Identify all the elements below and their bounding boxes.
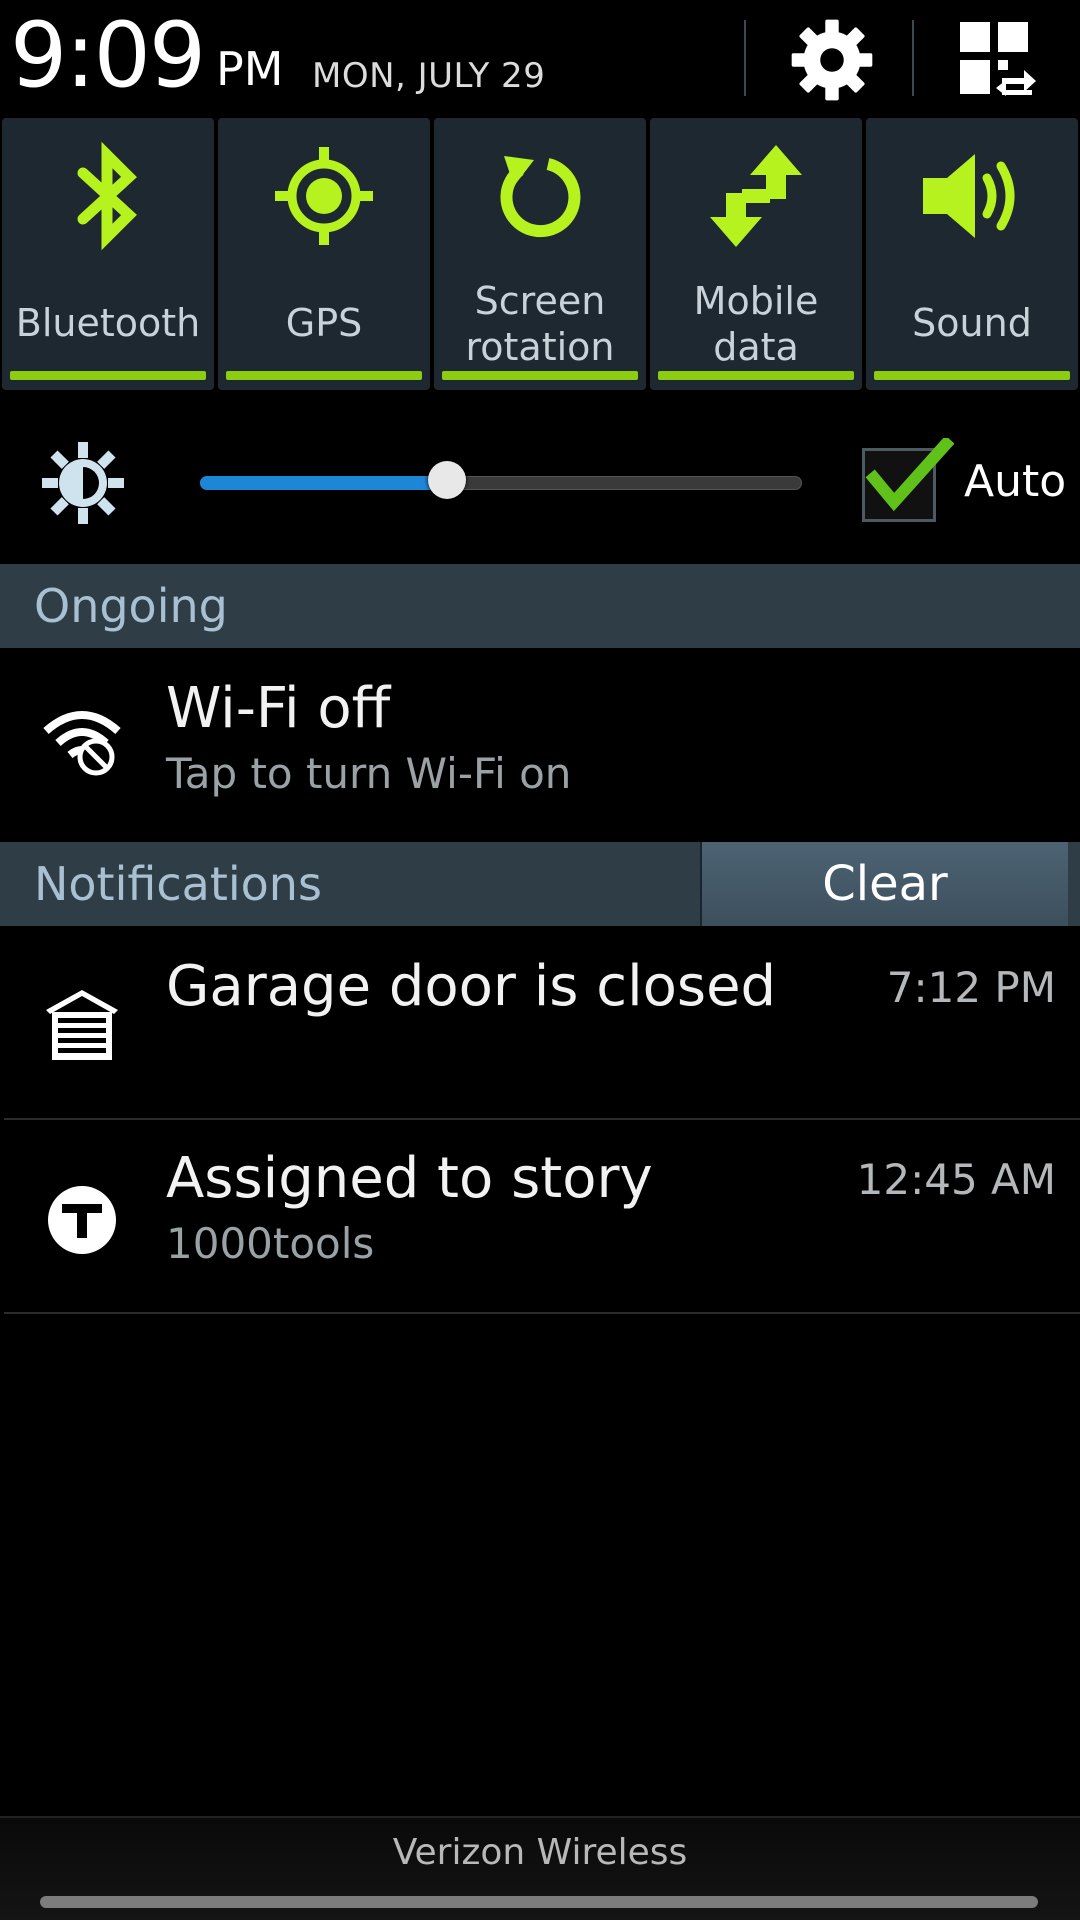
slider-thumb[interactable]: [428, 461, 466, 499]
toggle-label: Bluetooth: [15, 301, 201, 345]
rotation-icon: [500, 156, 581, 238]
toggle-screen-rotation[interactable]: Screen rotation: [434, 118, 646, 390]
gps-icon: [275, 147, 373, 245]
auto-brightness-checkbox[interactable]: [860, 438, 954, 522]
brightness-icon: [40, 440, 126, 526]
toggle-label: GPS: [285, 301, 363, 345]
checkmark-icon: [865, 438, 954, 512]
grid-swap-icon: [960, 22, 1036, 96]
slider-fill: [200, 476, 447, 490]
clock-ampm: PM: [216, 42, 284, 96]
quick-settings-panel: Bluetooth GPS Screen rotation Mobile dat…: [0, 116, 1080, 394]
toggle-label: Mobile: [693, 279, 819, 323]
toggle-bluetooth[interactable]: Bluetooth: [2, 118, 214, 390]
ongoing-header: Ongoing: [0, 564, 1080, 648]
drawer-handle[interactable]: [40, 1896, 1038, 1908]
toggle-active-bar: [226, 371, 422, 380]
toggle-active-bar: [658, 371, 854, 380]
mobile-data-icon: [710, 145, 802, 247]
section-title: Notifications: [34, 857, 322, 911]
row-divider: [4, 1312, 1080, 1314]
wifi-off-notification[interactable]: Wi-Fi off Tap to turn Wi-Fi on: [0, 648, 1080, 840]
gear-icon: [791, 19, 873, 101]
notifications-header: Notifications Clear: [0, 842, 1080, 926]
toggle-label-line2: data: [713, 325, 799, 369]
section-title: Ongoing: [34, 579, 228, 633]
header-divider: [912, 20, 914, 96]
notification-item[interactable]: Assigned to story 1000tools 12:45 AM: [0, 1120, 1080, 1312]
toggle-active-bar: [874, 371, 1070, 380]
toggle-active-bar: [10, 371, 206, 380]
toggle-label: Sound: [912, 301, 1032, 345]
toggle-label-line2: rotation: [465, 325, 615, 369]
notification-time: 7:12 PM: [886, 963, 1056, 1012]
edit-toggles-button[interactable]: [940, 12, 1056, 108]
brightness-row: Auto: [0, 402, 1080, 558]
date-label: MON, JULY 29: [312, 56, 546, 96]
notification-item[interactable]: Garage door is closed 7:12 PM: [0, 926, 1080, 1118]
clear-button[interactable]: Clear: [700, 842, 1068, 926]
notification-title: Wi-Fi off: [166, 676, 391, 741]
status-header: 9:09 PM MON, JULY 29: [0, 0, 1080, 116]
toggle-active-bar: [442, 371, 638, 380]
toggle-gps[interactable]: GPS: [218, 118, 430, 390]
bluetooth-icon: [77, 141, 137, 251]
carrier-label: Verizon Wireless: [392, 1832, 688, 1873]
notification-title: Assigned to story: [166, 1146, 653, 1211]
carrier-footer: Verizon Wireless: [0, 1816, 1080, 1920]
wifi-off-icon: [36, 696, 128, 788]
auto-brightness-label: Auto: [964, 456, 1067, 507]
notification-title: Garage door is closed: [166, 954, 777, 1019]
notification-subtitle: Tap to turn Wi-Fi on: [166, 749, 572, 798]
tracker-t-icon: [36, 1174, 128, 1266]
toggle-mobile-data[interactable]: Mobile data: [650, 118, 862, 390]
notification-subtitle: 1000tools: [166, 1219, 375, 1268]
speaker-icon: [923, 154, 1015, 238]
brightness-slider[interactable]: [200, 461, 802, 502]
toggle-label: Screen: [474, 279, 606, 323]
toggle-sound[interactable]: Sound: [866, 118, 1078, 390]
header-divider: [744, 20, 746, 96]
notification-time: 12:45 AM: [856, 1155, 1056, 1204]
settings-button[interactable]: [776, 12, 888, 108]
garage-icon: [36, 978, 128, 1070]
clock-time: 9:09: [10, 3, 206, 108]
